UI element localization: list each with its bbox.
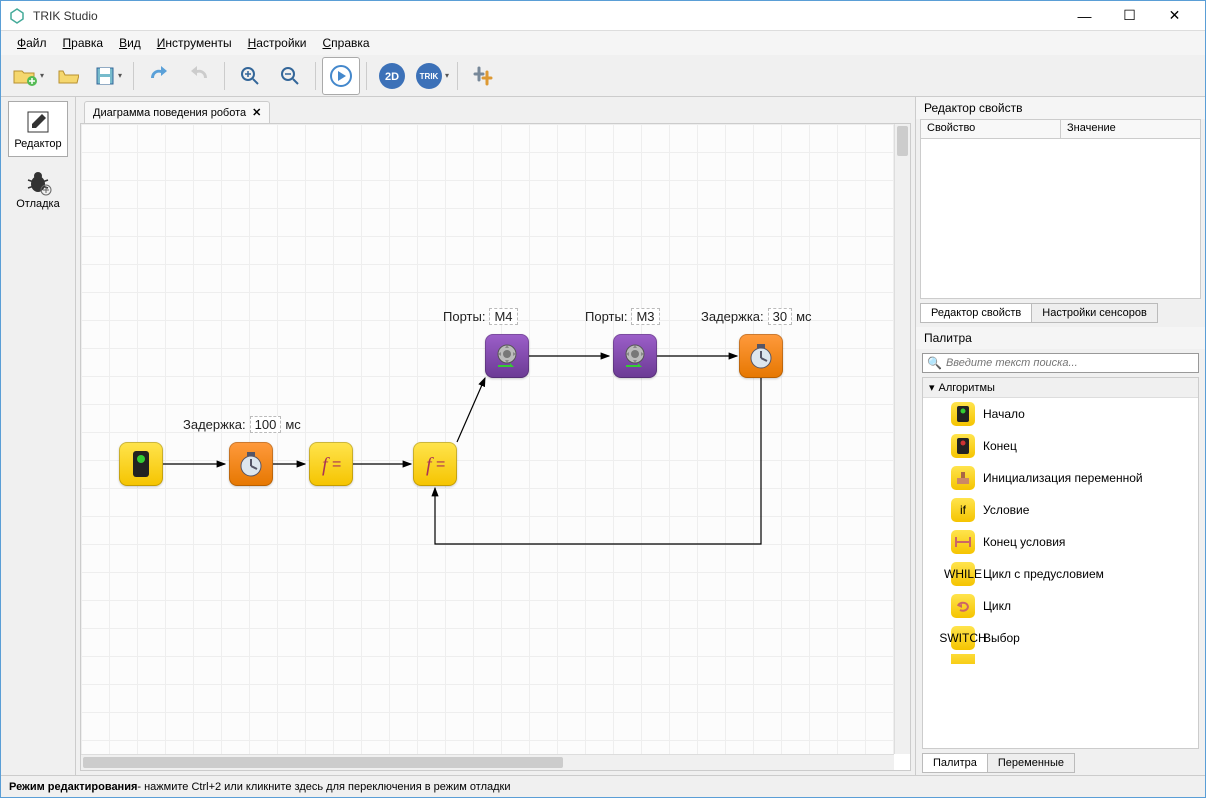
undo-button[interactable] [140, 57, 178, 95]
collapse-icon: ▾ [929, 381, 935, 394]
redo-button[interactable] [180, 57, 218, 95]
menu-edit[interactable]: Правка [57, 34, 110, 52]
palette-item-more[interactable] [923, 654, 1198, 664]
menu-settings[interactable]: Настройки [242, 34, 313, 52]
pencil-icon [24, 108, 52, 136]
function1-node[interactable]: f= [309, 442, 353, 486]
svg-text:2D: 2D [385, 71, 399, 83]
palette-item-condition[interactable]: ifУсловие [923, 494, 1198, 526]
2d-button[interactable]: 2D [373, 57, 411, 95]
menubar: Файл Правка Вид Инструменты Настройки Сп… [1, 31, 1205, 55]
maximize-button[interactable]: ☐ [1107, 2, 1152, 30]
props-col-value: Значение [1061, 120, 1200, 138]
svg-text:=: = [332, 456, 341, 473]
left-dock: Редактор Отладка [1, 97, 76, 775]
tab-sensor-settings[interactable]: Настройки сенсоров [1031, 303, 1158, 323]
horizontal-scrollbar[interactable] [81, 754, 894, 770]
timer1-node[interactable] [229, 442, 273, 486]
new-button[interactable]: ▾ [9, 57, 47, 95]
menu-view[interactable]: Вид [113, 34, 147, 52]
palette-category-algorithms[interactable]: ▾Алгоритмы [923, 378, 1198, 398]
props-table-header: Свойство Значение [920, 119, 1201, 139]
palette-search[interactable]: 🔍 [922, 353, 1199, 373]
vertical-scrollbar[interactable] [894, 124, 910, 754]
settings-button[interactable] [464, 57, 502, 95]
props-bottom-tabs: Редактор свойств Настройки сенсоров [916, 303, 1205, 323]
palette-item-while[interactable]: WHILEЦикл с предусловием [923, 558, 1198, 590]
motor-m4-node[interactable] [485, 334, 529, 378]
menu-tools[interactable]: Инструменты [151, 34, 238, 52]
app-icon [9, 8, 25, 24]
main-area: Редактор Отладка Диаграмма поведения роб… [1, 97, 1205, 775]
trik-button[interactable]: TRIK▾ [413, 57, 451, 95]
timer2-node[interactable] [739, 334, 783, 378]
window-title: TRIK Studio [33, 9, 1062, 23]
start-node[interactable] [119, 442, 163, 486]
svg-text:f: f [322, 454, 330, 476]
save-button[interactable]: ▾ [89, 57, 127, 95]
tab-close-icon[interactable]: ✕ [252, 106, 261, 119]
statusbar[interactable]: Режим редактирования - нажмите Ctrl+2 ил… [1, 775, 1205, 797]
palette-item-start[interactable]: Начало [923, 398, 1198, 430]
titlebar: TRIK Studio — ☐ ✕ [1, 1, 1205, 31]
palette-title: Палитра [916, 327, 1205, 349]
open-button[interactable] [49, 57, 87, 95]
editor-tabs: Диаграмма поведения робота ✕ [76, 97, 915, 123]
tab-palette[interactable]: Палитра [922, 753, 988, 773]
svg-text:=: = [436, 456, 445, 473]
close-button[interactable]: ✕ [1152, 2, 1197, 30]
search-icon: 🔍 [927, 356, 942, 370]
palette-bottom-tabs: Палитра Переменные [918, 753, 1203, 773]
mode-debug[interactable]: Отладка [8, 161, 68, 217]
center-panel: Диаграмма поведения робота ✕ [76, 97, 915, 775]
motor-m3-label: Порты: M3 [585, 308, 660, 325]
motor-m4-label: Порты: M4 [443, 308, 518, 325]
palette-item-switch[interactable]: SWITCHВыбор [923, 622, 1198, 654]
function2-node[interactable]: f= [413, 442, 457, 486]
canvas-wrap: Задержка: 100 мс f= f= Порты: M4 [80, 123, 911, 771]
right-dock: Редактор свойств Свойство Значение Редак… [915, 97, 1205, 775]
zoom-in-button[interactable] [231, 57, 269, 95]
svg-text:f: f [426, 454, 434, 476]
diagram-canvas[interactable]: Задержка: 100 мс f= f= Порты: M4 [81, 124, 894, 754]
diagram-tab[interactable]: Диаграмма поведения робота ✕ [84, 101, 270, 123]
zoom-out-button[interactable] [271, 57, 309, 95]
props-col-property: Свойство [921, 120, 1061, 138]
palette-item-loop[interactable]: Цикл [923, 590, 1198, 622]
timer1-label: Задержка: 100 мс [183, 416, 301, 433]
status-hint: - нажмите Ctrl+2 или кликните здесь для … [137, 781, 510, 793]
tab-variables[interactable]: Переменные [987, 753, 1075, 773]
props-panel-title: Редактор свойств [916, 97, 1205, 119]
minimize-button[interactable]: — [1062, 2, 1107, 30]
palette-item-end[interactable]: Конец [923, 430, 1198, 462]
palette-panel: Палитра 🔍 ▾Алгоритмы Начало Конец Инициа… [916, 327, 1205, 775]
props-table-body [920, 139, 1201, 299]
bug-icon [24, 168, 52, 196]
palette-item-endif[interactable]: Конец условия [923, 526, 1198, 558]
status-mode: Режим редактирования [9, 781, 137, 793]
motor-m3-node[interactable] [613, 334, 657, 378]
toolbar: ▾ ▾ 2D TRIK▾ [1, 55, 1205, 97]
palette-item-var-init[interactable]: Инициализация переменной [923, 462, 1198, 494]
svg-text:TRIK: TRIK [420, 72, 439, 81]
palette-tree: ▾Алгоритмы Начало Конец Инициализация пе… [922, 377, 1199, 749]
run-button[interactable] [322, 57, 360, 95]
mode-editor[interactable]: Редактор [8, 101, 68, 157]
connections-layer [81, 124, 894, 754]
timer2-label: Задержка: 30 мс [701, 308, 812, 325]
menu-file[interactable]: Файл [11, 34, 53, 52]
palette-search-input[interactable] [946, 357, 1194, 369]
menu-help[interactable]: Справка [316, 34, 375, 52]
tab-props-editor[interactable]: Редактор свойств [920, 303, 1032, 323]
